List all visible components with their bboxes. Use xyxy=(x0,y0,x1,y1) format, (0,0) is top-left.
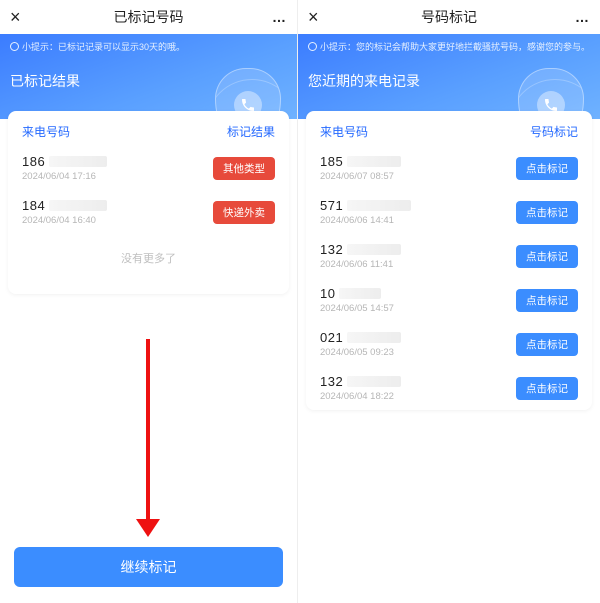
tip-text: 小提示：已标记记录可以显示30天的哦。 xyxy=(10,40,287,53)
masked-digits xyxy=(347,200,411,211)
screen-marked-numbers: × 已标记号码 … 小提示：已标记记录可以显示30天的哦。 已标记结果 来电号码… xyxy=(0,0,297,603)
page-title: 已标记号码 xyxy=(30,7,267,27)
col-mark: 号码标记 xyxy=(530,123,578,140)
timestamp: 2024/06/06 14:41 xyxy=(320,215,516,226)
masked-digits xyxy=(347,332,401,343)
mark-button[interactable]: 点击标记 xyxy=(516,333,578,356)
col-result: 标记结果 xyxy=(227,123,275,140)
phone-number: 132 xyxy=(320,374,516,389)
titlebar: × 已标记号码 … xyxy=(0,0,297,34)
mark-button[interactable]: 点击标记 xyxy=(516,245,578,268)
mark-button[interactable]: 点击标记 xyxy=(516,201,578,224)
continue-mark-button[interactable]: 继续标记 xyxy=(14,547,283,587)
list-item: 184 2024/06/04 16:40快递外卖 xyxy=(8,190,289,234)
masked-digits xyxy=(339,288,381,299)
masked-digits xyxy=(49,200,107,211)
list-item: 021 2024/06/05 09:23点击标记 xyxy=(306,322,592,366)
timestamp: 2024/06/04 18:22 xyxy=(320,391,516,402)
phone-number: 10 xyxy=(320,286,516,301)
timestamp: 2024/06/05 09:23 xyxy=(320,347,516,358)
col-number: 来电号码 xyxy=(320,123,368,140)
phone-number: 186 xyxy=(22,154,213,169)
clock-icon xyxy=(308,42,317,51)
timestamp: 2024/06/07 08:57 xyxy=(320,171,516,182)
masked-digits xyxy=(49,156,107,167)
masked-digits xyxy=(347,376,401,387)
hero-banner: 小提示：已标记记录可以显示30天的哦。 已标记结果 xyxy=(0,34,297,119)
list-item: 132 2024/06/04 18:22点击标记 xyxy=(306,366,592,410)
col-number: 来电号码 xyxy=(22,123,70,140)
phone-number: 571 xyxy=(320,198,516,213)
more-icon[interactable]: … xyxy=(267,9,287,25)
list-item: 185 2024/06/07 08:57点击标记 xyxy=(306,146,592,190)
mark-button[interactable]: 点击标记 xyxy=(516,289,578,312)
phone-number: 185 xyxy=(320,154,516,169)
results-card: 来电号码 标记结果 186 2024/06/04 17:16其他类型 184 2024… xyxy=(8,111,289,294)
mark-button[interactable]: 点击标记 xyxy=(516,377,578,400)
list-item: 10 2024/06/05 14:57点击标记 xyxy=(306,278,592,322)
annotation-arrow xyxy=(136,339,160,537)
timestamp: 2024/06/06 11:41 xyxy=(320,259,516,270)
tip-text: 小提示：您的标记会帮助大家更好地拦截骚扰号码，感谢您的参与。 xyxy=(308,40,590,53)
card-header: 来电号码 标记结果 xyxy=(8,111,289,146)
phone-number: 021 xyxy=(320,330,516,345)
timestamp: 2024/06/04 17:16 xyxy=(22,171,213,182)
card-header: 来电号码 号码标记 xyxy=(306,111,592,146)
timestamp: 2024/06/04 16:40 xyxy=(22,215,213,226)
close-icon[interactable]: × xyxy=(308,8,328,26)
mark-button[interactable]: 点击标记 xyxy=(516,157,578,180)
masked-digits xyxy=(347,156,401,167)
bottom-bar: 继续标记 xyxy=(0,537,297,603)
tag-label: 其他类型 xyxy=(213,157,275,180)
screen-number-marking: × 号码标记 … 小提示：您的标记会帮助大家更好地拦截骚扰号码，感谢您的参与。 … xyxy=(297,0,600,603)
timestamp: 2024/06/05 14:57 xyxy=(320,303,516,314)
list-item: 186 2024/06/04 17:16其他类型 xyxy=(8,146,289,190)
masked-digits xyxy=(347,244,401,255)
tag-label: 快递外卖 xyxy=(213,201,275,224)
list-item: 132 2024/06/06 11:41点击标记 xyxy=(306,234,592,278)
list-item: 571 2024/06/06 14:41点击标记 xyxy=(306,190,592,234)
hero-banner: 小提示：您的标记会帮助大家更好地拦截骚扰号码，感谢您的参与。 您近期的来电记录 xyxy=(298,34,600,119)
titlebar: × 号码标记 … xyxy=(298,0,600,34)
no-more-text: 没有更多了 xyxy=(8,234,289,294)
more-icon[interactable]: … xyxy=(570,9,590,25)
phone-number: 132 xyxy=(320,242,516,257)
close-icon[interactable]: × xyxy=(10,8,30,26)
phone-number: 184 xyxy=(22,198,213,213)
call-log-card: 来电号码 号码标记 1852024/06/07 08:57点击标记5712024… xyxy=(306,111,592,410)
page-title: 号码标记 xyxy=(328,7,570,27)
clock-icon xyxy=(10,42,19,51)
